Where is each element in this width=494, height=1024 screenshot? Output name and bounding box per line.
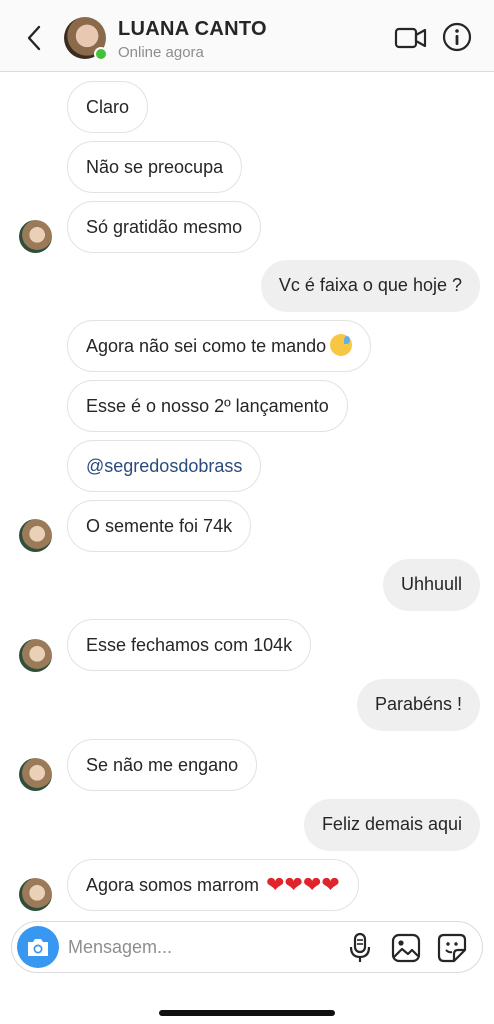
chevron-left-icon	[27, 25, 41, 51]
contact-status: Online agora	[118, 44, 204, 61]
sticker-icon	[437, 933, 467, 963]
message-bubble-outgoing[interactable]: Vc é faixa o que hoje ?	[260, 260, 480, 312]
sender-avatar[interactable]	[19, 758, 52, 791]
back-button[interactable]	[20, 22, 48, 54]
chat-header: LUANA CANTO Online agora	[0, 0, 494, 72]
sender-avatar[interactable]	[19, 519, 52, 552]
message-bubble-outgoing[interactable]: Feliz demais aqui	[303, 799, 480, 851]
message-bubble-incoming[interactable]: Só gratidão mesmo	[67, 201, 262, 253]
image-icon	[391, 933, 421, 963]
sticker-button[interactable]	[436, 932, 468, 964]
message-bubble-incoming[interactable]: Se não me engano	[67, 739, 258, 791]
microphone-icon	[349, 932, 371, 962]
online-status-dot	[94, 47, 108, 61]
message-bubble-outgoing[interactable]: Uhhuull	[382, 559, 480, 611]
sender-avatar[interactable]	[19, 639, 52, 672]
message-bubble-outgoing[interactable]: Parabéns !	[356, 679, 480, 731]
video-camera-icon	[394, 27, 427, 49]
info-button[interactable]	[442, 22, 472, 52]
gallery-button[interactable]	[390, 932, 422, 964]
message-bubble-incoming[interactable]: Esse é o nosso 2º lançamento	[67, 380, 348, 432]
message-bubble-incoming[interactable]: Claro	[67, 81, 149, 133]
message-bubble-incoming[interactable]: Não se preocupa	[67, 141, 243, 193]
message-composer	[11, 921, 483, 973]
sender-avatar[interactable]	[19, 220, 52, 253]
red-heart-emoji: ❤❤❤❤	[266, 872, 340, 897]
message-bubble-incoming[interactable]: Agora não sei como te mando	[67, 320, 372, 372]
camera-icon	[28, 939, 48, 956]
message-bubble-incoming[interactable]: Esse fechamos com 104k	[67, 619, 312, 671]
video-call-button[interactable]	[394, 24, 428, 52]
home-indicator[interactable]	[159, 1010, 335, 1016]
microphone-button[interactable]	[346, 932, 374, 964]
info-icon	[442, 22, 472, 52]
message-bubble-incoming[interactable]: O semente foi 74k	[67, 500, 252, 552]
message-input[interactable]	[68, 932, 328, 962]
sender-avatar[interactable]	[19, 878, 52, 911]
message-mention-link[interactable]: @segredosdobrass	[67, 440, 262, 492]
sad-sweat-face-icon	[330, 334, 353, 356]
contact-name[interactable]: LUANA CANTO	[118, 18, 267, 41]
camera-button[interactable]	[17, 926, 59, 968]
message-bubble-incoming[interactable]: Agora somos marrom ❤❤❤❤	[67, 859, 359, 911]
message-list[interactable]: Claro Não se preocupa Só gratidão mesmo …	[0, 73, 494, 918]
